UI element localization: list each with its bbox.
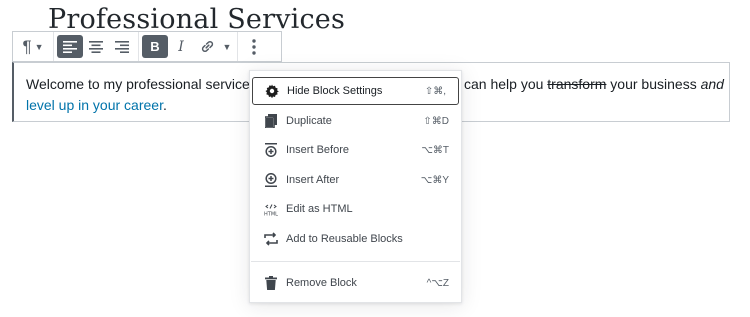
more-rich-text-icon[interactable]: ▼ [220, 35, 234, 58]
menu-item-insert-before[interactable]: Insert Before ⌥⌘T [250, 136, 461, 164]
duplicate-icon [263, 113, 279, 129]
menu-item-insert-after[interactable]: Insert After ⌥⌘Y [250, 166, 461, 194]
career-link[interactable]: level up in your career [26, 97, 163, 113]
more-options-group [238, 32, 270, 61]
menu-item-duplicate[interactable]: Duplicate ⇧⌘D [250, 107, 461, 135]
html-icon: HTML [263, 201, 279, 217]
link-icon[interactable] [194, 35, 220, 58]
align-center-icon[interactable] [83, 35, 109, 58]
menu-separator [251, 261, 460, 262]
italic-text: and [700, 76, 724, 92]
trash-icon [263, 275, 279, 291]
paragraph-text-continued: can help you transform your business and [464, 76, 724, 92]
paragraph-line-2: level up in your career. [26, 97, 167, 113]
reusable-block-icon [263, 231, 279, 247]
svg-text:HTML: HTML [264, 212, 278, 217]
menu-item-edit-as-html[interactable]: HTML Edit as HTML [250, 195, 461, 223]
alignment-group [54, 32, 139, 61]
menu-item-add-to-reusable-blocks[interactable]: Add to Reusable Blocks [250, 225, 461, 253]
align-left-icon[interactable] [57, 35, 83, 58]
menu-item-hide-block-settings[interactable]: Hide Block Settings ⇧⌘, [252, 77, 459, 105]
block-toolbar: ¶ ▼ B I ▼ [12, 31, 282, 62]
menu-item-remove-block[interactable]: Remove Block ^⌥Z [250, 269, 461, 297]
bold-icon[interactable]: B [142, 35, 168, 58]
more-options-icon[interactable] [241, 35, 267, 58]
strikethrough-text: transform [547, 76, 607, 92]
align-right-icon[interactable] [109, 35, 135, 58]
insert-before-icon [263, 142, 279, 158]
block-switcher-group: ¶ ▼ [13, 32, 54, 61]
insert-after-icon [263, 172, 279, 188]
formatting-group: B I ▼ [139, 32, 238, 61]
chevron-down-icon: ▼ [34, 41, 44, 52]
italic-icon[interactable]: I [168, 35, 194, 58]
paragraph-text-start: Welcome to my professional services p [26, 76, 269, 92]
paragraph-icon[interactable]: ¶ ▼ [16, 35, 50, 58]
block-settings-menu: Hide Block Settings ⇧⌘, Duplicate ⇧⌘D In… [249, 70, 462, 303]
gear-icon [264, 83, 280, 99]
